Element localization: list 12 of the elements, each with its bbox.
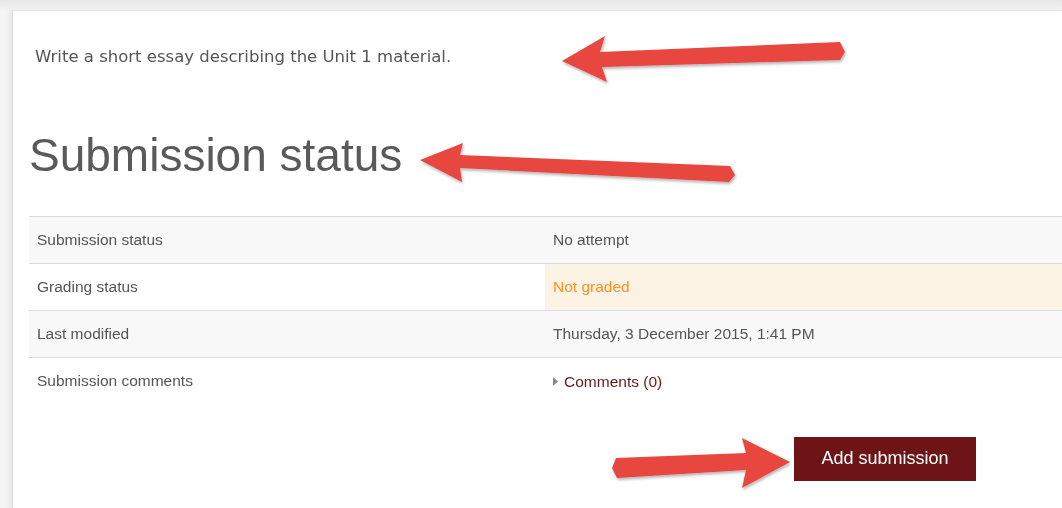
row-value: No attempt [553, 231, 629, 248]
row-value: Thursday, 3 December 2015, 1:41 PM [553, 325, 815, 342]
row-value: Not graded [553, 278, 630, 295]
caret-icon [553, 377, 558, 386]
row-label: Submission comments [37, 372, 193, 390]
row-label: Grading status [37, 278, 138, 295]
assignment-description: Write a short essay describing the Unit 1 material. [35, 47, 452, 66]
row-label: Submission status [37, 231, 163, 248]
add-submission-button[interactable]: Add submission [794, 436, 976, 481]
comments-link[interactable]: Comments (0) [553, 372, 663, 391]
section-heading: Submission status [29, 128, 403, 182]
row-label: Last modified [37, 325, 130, 342]
